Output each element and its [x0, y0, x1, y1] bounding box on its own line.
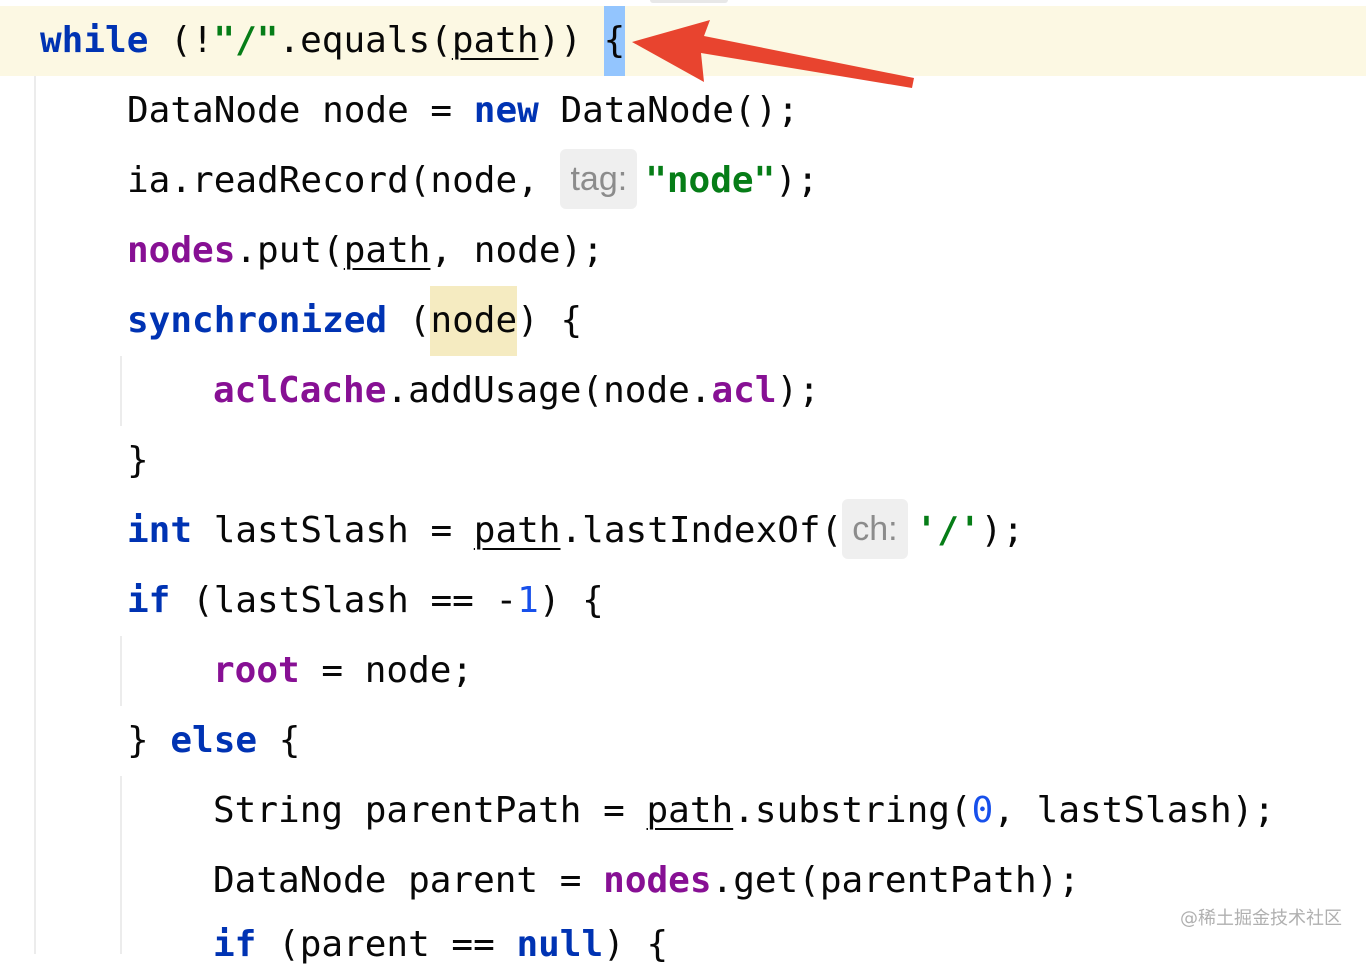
keyword: if	[213, 924, 257, 965]
indent-guide	[34, 76, 36, 954]
indent-guide	[120, 356, 122, 426]
code-text: {	[257, 720, 301, 761]
number-literal: 1	[517, 580, 539, 621]
field-reference: root	[213, 650, 300, 691]
code-text: );	[776, 370, 820, 411]
string-literal: "/"	[213, 20, 279, 61]
code-text: DataNode parent =	[213, 860, 604, 901]
keyword: new	[473, 90, 539, 131]
code-line-7[interactable]: }	[127, 426, 149, 496]
code-line-14[interactable]: if (parent == null) {	[213, 910, 668, 980]
number-literal: 0	[971, 790, 994, 831]
code-text: .put(	[235, 230, 344, 271]
watermark: @稀土掘金技术社区	[1180, 908, 1342, 929]
code-text: ) {	[538, 580, 604, 621]
code-line-13[interactable]: DataNode parent = nodes.get(parentPath);	[213, 846, 1080, 916]
code-text: ))	[538, 20, 604, 61]
code-text: DataNode();	[538, 90, 799, 131]
code-text: (!	[148, 20, 214, 61]
code-line-8[interactable]: int lastSlash = path.lastIndexOf(ch: '/')…	[127, 496, 1024, 566]
code-text: .addUsage(node.	[386, 370, 712, 411]
identifier-path[interactable]: path	[646, 790, 733, 831]
code-text: ia.readRecord(node,	[127, 160, 561, 201]
code-line-4[interactable]: nodes.put(path, node);	[127, 216, 604, 286]
char-literal: '/'	[915, 510, 981, 551]
identifier-path[interactable]: path	[474, 510, 561, 551]
code-text: (parent ==	[256, 924, 517, 965]
code-line-2[interactable]: DataNode node = new DataNode();	[127, 76, 799, 146]
matched-brace[interactable]: {	[603, 6, 626, 76]
field-reference: acl	[711, 370, 777, 411]
parameter-hint: ch:	[842, 499, 908, 559]
keyword: else	[170, 720, 258, 761]
code-text: (	[387, 300, 431, 341]
code-text: ) {	[603, 924, 669, 965]
field-reference: nodes	[127, 230, 236, 271]
code-line-1[interactable]: while (!"/".equals(path)) {	[40, 6, 626, 76]
code-text: }	[127, 720, 171, 761]
top-scroll-marker	[650, 0, 728, 3]
indent-guide	[120, 776, 122, 954]
code-line-3[interactable]: ia.readRecord(node, tag: "node");	[127, 146, 819, 216]
code-text: );	[980, 510, 1025, 551]
code-line-10[interactable]: root = node;	[213, 636, 473, 706]
code-text: .lastIndexOf(	[560, 510, 843, 551]
identifier-path[interactable]: path	[452, 20, 539, 61]
code-text: , node);	[430, 230, 604, 271]
code-editor[interactable]: while (!"/".equals(path)) { DataNode nod…	[0, 0, 1366, 965]
field-reference: aclCache	[213, 370, 387, 411]
code-text: (lastSlash == -	[170, 580, 518, 621]
string-literal: "node"	[645, 160, 776, 201]
field-reference: nodes	[603, 860, 712, 901]
code-line-6[interactable]: aclCache.addUsage(node.acl);	[213, 356, 820, 426]
keyword: int	[127, 510, 193, 551]
code-text: ) {	[517, 300, 583, 341]
indent-guide	[120, 636, 122, 706]
code-text: String parentPath =	[213, 790, 647, 831]
keyword: synchronized	[127, 300, 388, 341]
parameter-hint: tag:	[560, 149, 638, 209]
code-text: DataNode node =	[127, 90, 474, 131]
code-line-9[interactable]: if (lastSlash == -1) {	[127, 566, 604, 636]
highlighted-identifier[interactable]: node	[430, 286, 518, 356]
code-text: = node;	[299, 650, 474, 691]
code-line-12[interactable]: String parentPath = path.substring(0, la…	[213, 776, 1275, 846]
identifier-path[interactable]: path	[344, 230, 431, 271]
keyword: if	[127, 580, 171, 621]
code-text: );	[775, 160, 819, 201]
code-text: lastSlash =	[192, 510, 474, 551]
code-line-11[interactable]: } else {	[127, 706, 300, 776]
code-line-5[interactable]: synchronized (node) {	[127, 286, 582, 356]
code-text: .substring(	[733, 790, 972, 831]
code-text: , lastSlash);	[993, 790, 1276, 831]
code-text: }	[127, 440, 149, 481]
code-text: .equals(	[278, 20, 452, 61]
keyword: null	[516, 924, 604, 965]
keyword: while	[40, 20, 149, 61]
code-text: .get(parentPath);	[711, 860, 1080, 901]
